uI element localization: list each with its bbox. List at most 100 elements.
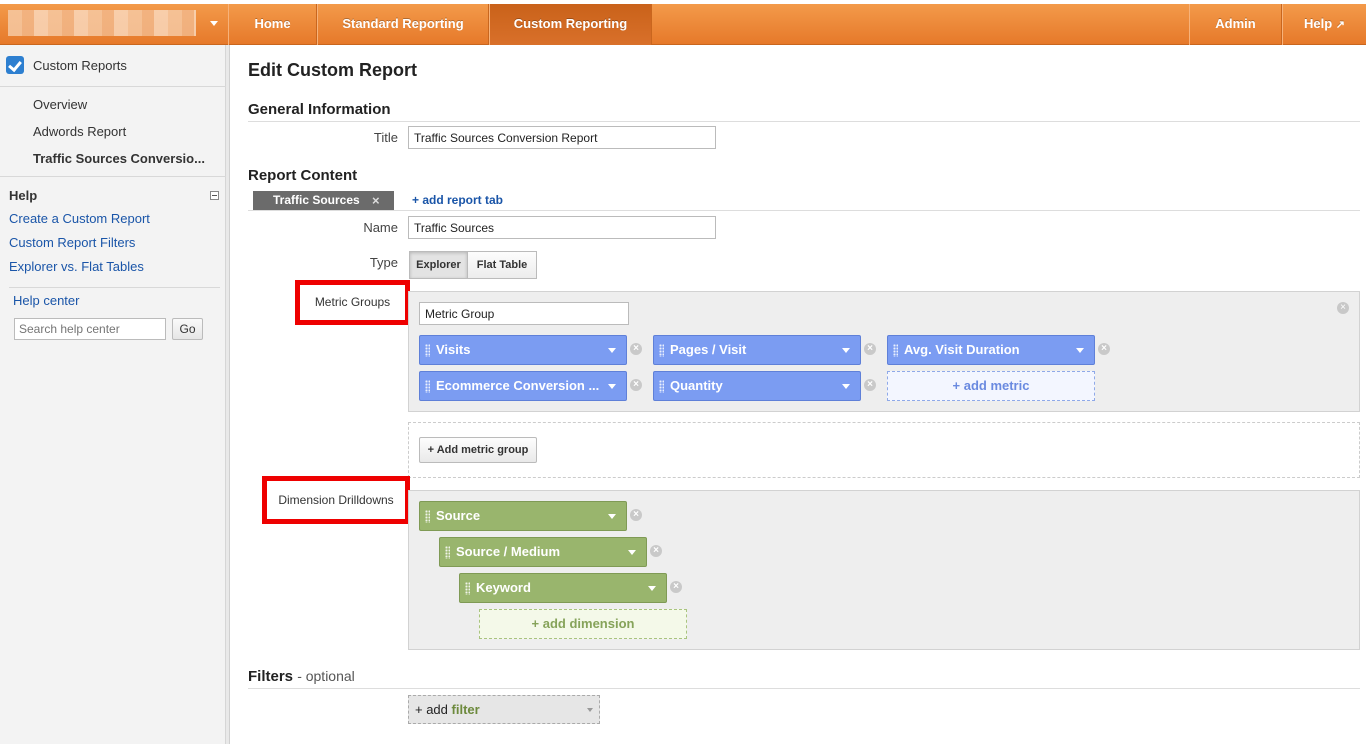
filters-heading: Filters - optional — [248, 668, 355, 685]
account-name-blurred — [8, 10, 196, 36]
drag-handle-icon[interactable] — [425, 344, 430, 357]
type-explorer-toggle[interactable]: Explorer — [409, 251, 468, 279]
remove-metric-icon[interactable]: × — [630, 379, 642, 391]
dimension-drilldowns-label: Dimension Drilldowns — [262, 476, 410, 524]
drag-handle-icon[interactable] — [425, 380, 430, 393]
drag-handle-icon[interactable] — [425, 510, 430, 523]
metric-chip-quantity[interactable]: Quantity — [653, 371, 861, 401]
custom-reports-icon — [6, 56, 24, 74]
metric-label: Visits — [436, 342, 471, 357]
add-filter-prefix: + add — [415, 702, 448, 717]
divider — [248, 688, 1360, 689]
add-metric-button[interactable]: + add metric — [887, 371, 1095, 401]
remove-metric-icon[interactable]: × — [1098, 343, 1110, 355]
dimension-chip-source-medium[interactable]: Source / Medium — [439, 537, 647, 567]
chevron-down-icon[interactable] — [608, 348, 616, 353]
divider — [248, 121, 1360, 122]
chevron-down-icon[interactable] — [842, 384, 850, 389]
title-label: Title — [373, 130, 398, 145]
report-tab-label: Traffic Sources — [273, 193, 360, 207]
drag-handle-icon[interactable] — [893, 344, 898, 357]
chevron-down-icon[interactable] — [842, 348, 850, 353]
tab-name-input[interactable] — [408, 216, 716, 239]
account-selector[interactable] — [0, 4, 228, 45]
remove-metric-icon[interactable]: × — [864, 343, 876, 355]
sidebar: Custom Reports Overview Adwords Report T… — [0, 45, 226, 744]
help-link-create-report[interactable]: Create a Custom Report — [9, 211, 150, 226]
remove-group-icon[interactable]: × — [1337, 302, 1349, 314]
nav-tab-custom-reporting[interactable]: Custom Reporting — [489, 4, 652, 45]
nav-help-label: Help — [1303, 16, 1333, 31]
sidebar-scroll-edge — [226, 45, 230, 744]
dimension-label: Source — [436, 508, 481, 523]
remove-dimension-icon[interactable]: × — [630, 509, 642, 521]
metric-chip-visits[interactable]: Visits — [419, 335, 627, 365]
help-heading: Help — [9, 188, 38, 203]
chevron-down-icon[interactable] — [210, 21, 218, 26]
metric-label: Ecommerce Conversion ... — [436, 378, 600, 393]
nav-tab-home[interactable]: Home — [228, 4, 317, 45]
nav-help[interactable]: Help ↗ — [1282, 4, 1366, 45]
report-tab-traffic-sources[interactable]: Traffic Sources × — [253, 191, 394, 210]
type-label: Type — [369, 255, 398, 270]
close-icon[interactable]: × — [372, 191, 380, 210]
dimension-chip-source[interactable]: Source — [419, 501, 627, 531]
help-link-report-filters[interactable]: Custom Report Filters — [9, 235, 135, 250]
add-filter-word: filter — [451, 702, 480, 717]
nav-admin[interactable]: Admin — [1189, 4, 1282, 45]
metric-chip-pages-visit[interactable]: Pages / Visit — [653, 335, 861, 365]
remove-metric-icon[interactable]: × — [630, 343, 642, 355]
go-button[interactable]: Go — [172, 318, 203, 340]
metric-label: Pages / Visit — [670, 342, 747, 357]
divider — [248, 210, 1360, 211]
chevron-down-icon[interactable] — [628, 550, 636, 555]
add-report-tab-link[interactable]: + add report tab — [412, 193, 503, 207]
report-title-input[interactable] — [408, 126, 716, 149]
sidebar-item-overview[interactable]: Overview — [33, 97, 87, 112]
divider — [9, 287, 220, 288]
sidebar-title: Custom Reports — [33, 58, 127, 73]
sidebar-item-traffic-sources[interactable]: Traffic Sources Conversio... — [33, 151, 205, 166]
filters-heading-label: Filters — [248, 668, 294, 685]
report-content-heading: Report Content — [248, 167, 358, 184]
add-dimension-button[interactable]: + add dimension — [479, 609, 687, 639]
remove-dimension-icon[interactable]: × — [650, 545, 662, 557]
drag-handle-icon[interactable] — [445, 546, 450, 559]
sidebar-item-adwords-report[interactable]: Adwords Report — [33, 124, 126, 139]
dimension-chip-keyword[interactable]: Keyword — [459, 573, 667, 603]
type-flat-table-toggle[interactable]: Flat Table — [467, 251, 537, 279]
dimension-label: Source / Medium — [456, 544, 561, 559]
add-filter-select[interactable]: + add filter — [408, 695, 600, 724]
add-metric-group-area — [408, 422, 1360, 478]
external-link-icon: ↗ — [1335, 19, 1345, 31]
metric-groups-label: Metric Groups — [295, 280, 410, 325]
chevron-down-icon[interactable] — [608, 514, 616, 519]
dimension-label: Keyword — [476, 580, 531, 595]
metric-label: Quantity — [670, 378, 723, 393]
divider — [0, 86, 226, 87]
metric-chip-avg-visit-duration[interactable]: Avg. Visit Duration — [887, 335, 1095, 365]
help-search-input[interactable] — [14, 318, 166, 340]
filters-optional-label: - optional — [297, 668, 355, 684]
metric-chip-ecommerce-conversion[interactable]: Ecommerce Conversion ... — [419, 371, 627, 401]
drag-handle-icon[interactable] — [659, 380, 664, 393]
nav-tab-standard-reporting[interactable]: Standard Reporting — [317, 4, 489, 45]
remove-metric-icon[interactable]: × — [864, 379, 876, 391]
chevron-down-icon[interactable] — [608, 384, 616, 389]
remove-dimension-icon[interactable]: × — [670, 581, 682, 593]
divider — [0, 176, 226, 177]
page-title: Edit Custom Report — [248, 60, 417, 80]
general-info-heading: General Information — [248, 101, 391, 118]
drag-handle-icon[interactable] — [659, 344, 664, 357]
top-nav-bar: Home Standard Reporting Custom Reporting… — [0, 4, 1366, 45]
drag-handle-icon[interactable] — [465, 582, 470, 595]
chevron-down-icon[interactable] — [1076, 348, 1084, 353]
chevron-down-icon[interactable] — [648, 586, 656, 591]
add-metric-group-button[interactable]: + Add metric group — [419, 437, 537, 463]
metric-label: Avg. Visit Duration — [904, 342, 1020, 357]
metric-group-name-input[interactable] — [419, 302, 629, 325]
help-center-link[interactable]: Help center — [13, 293, 79, 308]
chevron-down-icon — [587, 708, 593, 712]
collapse-icon[interactable] — [210, 191, 219, 200]
help-link-explorer-flat[interactable]: Explorer vs. Flat Tables — [9, 259, 144, 274]
